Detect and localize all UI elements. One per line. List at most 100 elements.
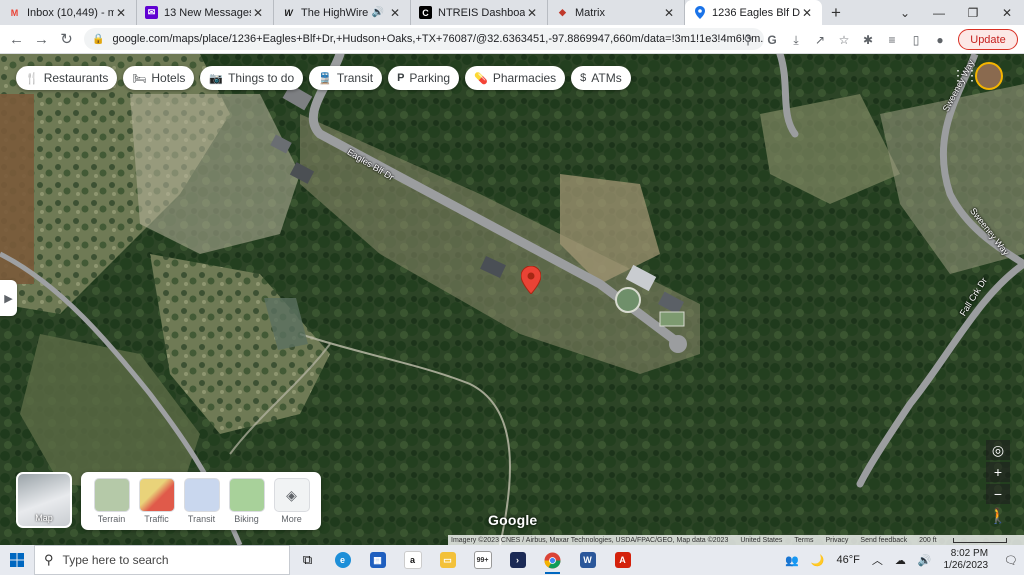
- tab-google-maps[interactable]: 1236 Eagles Blf Dr - G ✕: [685, 0, 822, 25]
- file-explorer-icon[interactable]: ▭: [430, 545, 465, 575]
- maps-pin-icon: [693, 6, 706, 19]
- acrobat-icon[interactable]: A: [605, 545, 640, 575]
- lock-icon[interactable]: 🔒: [92, 34, 104, 45]
- category-chips: 🍴 Restaurants 🛏 Hotels 📷 Things to do 🚆 Tran…: [16, 66, 637, 90]
- layer-transit[interactable]: Transit: [179, 478, 224, 524]
- footer-link-feedback[interactable]: Send feedback: [860, 537, 907, 544]
- extensions-icon[interactable]: ✱: [856, 30, 880, 50]
- system-tray: 👥 🌙 46°F ︿ ☁ 🔊 8:02 PM 1/26/2023 🗨: [779, 545, 1024, 575]
- matrix-icon: ◆: [559, 7, 566, 17]
- network-icon[interactable]: ☁: [895, 554, 906, 567]
- notifications-icon[interactable]: 🗨: [1004, 554, 1018, 567]
- pegman-icon[interactable]: 🚶: [986, 506, 1010, 526]
- search-placeholder: Type here to search: [62, 553, 169, 567]
- google-apps-icon[interactable]: ⋮⋮: [951, 68, 979, 82]
- tab-ntreis[interactable]: C NTREIS Dashboard ✕: [411, 0, 548, 25]
- volume-icon[interactable]: 🔊: [918, 554, 932, 567]
- install-app-icon[interactable]: ⤓: [784, 30, 808, 50]
- update-button[interactable]: Update: [958, 29, 1018, 50]
- store-icon[interactable]: ▦: [360, 545, 395, 575]
- close-icon[interactable]: ✕: [800, 6, 814, 20]
- layer-terrain[interactable]: Terrain: [89, 478, 134, 524]
- people-icon[interactable]: 👥: [785, 554, 799, 567]
- profile-icon[interactable]: ●: [928, 30, 952, 50]
- expand-side-panel-button[interactable]: ▶: [0, 280, 17, 316]
- footer-link-terms[interactable]: Terms: [794, 537, 813, 544]
- chip-label: Hotels: [151, 71, 186, 85]
- weather-icon[interactable]: 🌙: [811, 554, 825, 567]
- tab-gmail[interactable]: M Inbox (10,449) - mike ✕: [0, 0, 137, 25]
- powershell-icon[interactable]: ›: [500, 545, 535, 575]
- edge-icon[interactable]: e: [325, 545, 360, 575]
- layer-toggle-label: Map: [35, 513, 53, 523]
- maximize-button[interactable]: ❐: [956, 0, 990, 25]
- zoom-in-button[interactable]: +: [986, 462, 1010, 482]
- tab-search-icon[interactable]: ⌄: [888, 0, 922, 25]
- map-layer-toggle[interactable]: Map: [16, 472, 72, 528]
- close-icon[interactable]: ✕: [388, 6, 402, 20]
- tab-title: 1236 Eagles Blf Dr - G: [712, 6, 800, 19]
- chip-pharmacies[interactable]: 💊 Pharmacies: [465, 66, 566, 90]
- layer-traffic[interactable]: Traffic: [134, 478, 179, 524]
- chip-transit[interactable]: 🚆 Transit: [309, 66, 383, 90]
- chip-atms[interactable]: $ ATMs: [571, 66, 631, 90]
- word-icon[interactable]: W: [570, 545, 605, 575]
- close-icon[interactable]: ✕: [251, 6, 265, 20]
- bookmark-star-icon[interactable]: ☆: [832, 30, 856, 50]
- mail-icon[interactable]: 99+: [465, 545, 500, 575]
- new-tab-button[interactable]: +: [822, 0, 850, 25]
- google-lens-icon[interactable]: G: [760, 30, 784, 50]
- windows-taskbar: ⚲ Type here to search ⧉ e ▦ a ▭ 99+ › W …: [0, 545, 1024, 575]
- weather-temp[interactable]: 46°F: [836, 554, 859, 566]
- chip-label: Parking: [409, 71, 451, 85]
- chip-parking[interactable]: P Parking: [388, 66, 460, 90]
- side-panel-icon[interactable]: ▯: [904, 30, 928, 50]
- minimize-button[interactable]: —: [922, 0, 956, 25]
- chip-hotels[interactable]: 🛏 Hotels: [123, 66, 195, 90]
- task-view-icon[interactable]: ⧉: [290, 545, 325, 575]
- zoom-out-button[interactable]: −: [986, 484, 1010, 504]
- chip-label: Pharmacies: [492, 71, 557, 85]
- map-controls: ◎ + − 🚶: [986, 440, 1010, 528]
- close-window-button[interactable]: ✕: [990, 0, 1024, 25]
- biking-icon: [228, 478, 265, 512]
- reading-list-icon[interactable]: ≡: [880, 30, 904, 50]
- tab-title: Matrix: [575, 6, 605, 19]
- share-icon[interactable]: ↗: [808, 30, 832, 50]
- forward-button[interactable]: →: [29, 27, 54, 52]
- map-canvas[interactable]: Eagles Blf Dr Sweeney Way Sweeney Way Fa…: [0, 54, 1024, 545]
- tab-matrix[interactable]: ◆ Matrix ✕: [548, 0, 685, 25]
- chevron-up-icon[interactable]: ︿: [872, 552, 883, 568]
- chip-restaurants[interactable]: 🍴 Restaurants: [16, 66, 118, 90]
- location-marker-icon[interactable]: [521, 266, 541, 294]
- clock[interactable]: 8:02 PM 1/26/2023: [944, 548, 989, 572]
- back-button[interactable]: ←: [4, 27, 29, 52]
- footer-link-country[interactable]: United States: [740, 537, 782, 544]
- speaker-icon[interactable]: 🔊: [372, 7, 384, 18]
- transit-icon: [183, 478, 220, 512]
- scale-bar[interactable]: 200 ft: [919, 537, 1019, 544]
- chip-label: Things to do: [228, 71, 295, 85]
- chrome-icon[interactable]: [535, 545, 570, 575]
- fork-knife-icon: 🍴: [25, 72, 39, 85]
- tab-yahoo-mail[interactable]: ✉ 13 New Messages ✕: [137, 0, 274, 25]
- parking-icon: P: [397, 72, 405, 84]
- windows-start-button[interactable]: [0, 545, 34, 575]
- taskbar-search[interactable]: ⚲ Type here to search: [34, 545, 290, 575]
- footer-link-privacy[interactable]: Privacy: [825, 537, 848, 544]
- amazon-icon[interactable]: a: [395, 545, 430, 575]
- tab-highwire[interactable]: W The HighWire | W 🔊 ✕: [274, 0, 411, 25]
- chip-things-to-do[interactable]: 📷 Things to do: [200, 66, 304, 90]
- address-bar[interactable]: 🔒 google.com/maps/place/1236+Eagles+Blf+…: [84, 28, 764, 50]
- reload-button[interactable]: ↻: [54, 27, 79, 52]
- layer-more[interactable]: ◈ More: [269, 478, 314, 524]
- pharmacy-icon: 💊: [474, 72, 488, 85]
- map-attribution-bar: Imagery ©2023 CNES / Airbus, Maxar Techn…: [448, 535, 1024, 545]
- my-location-icon[interactable]: ◎: [986, 440, 1010, 460]
- layer-biking[interactable]: Biking: [224, 478, 269, 524]
- close-icon[interactable]: ✕: [662, 6, 676, 20]
- close-icon[interactable]: ✕: [114, 6, 128, 20]
- close-icon[interactable]: ✕: [525, 6, 539, 20]
- location-icon[interactable]: ⚲: [736, 30, 760, 50]
- account-avatar[interactable]: [975, 62, 1003, 90]
